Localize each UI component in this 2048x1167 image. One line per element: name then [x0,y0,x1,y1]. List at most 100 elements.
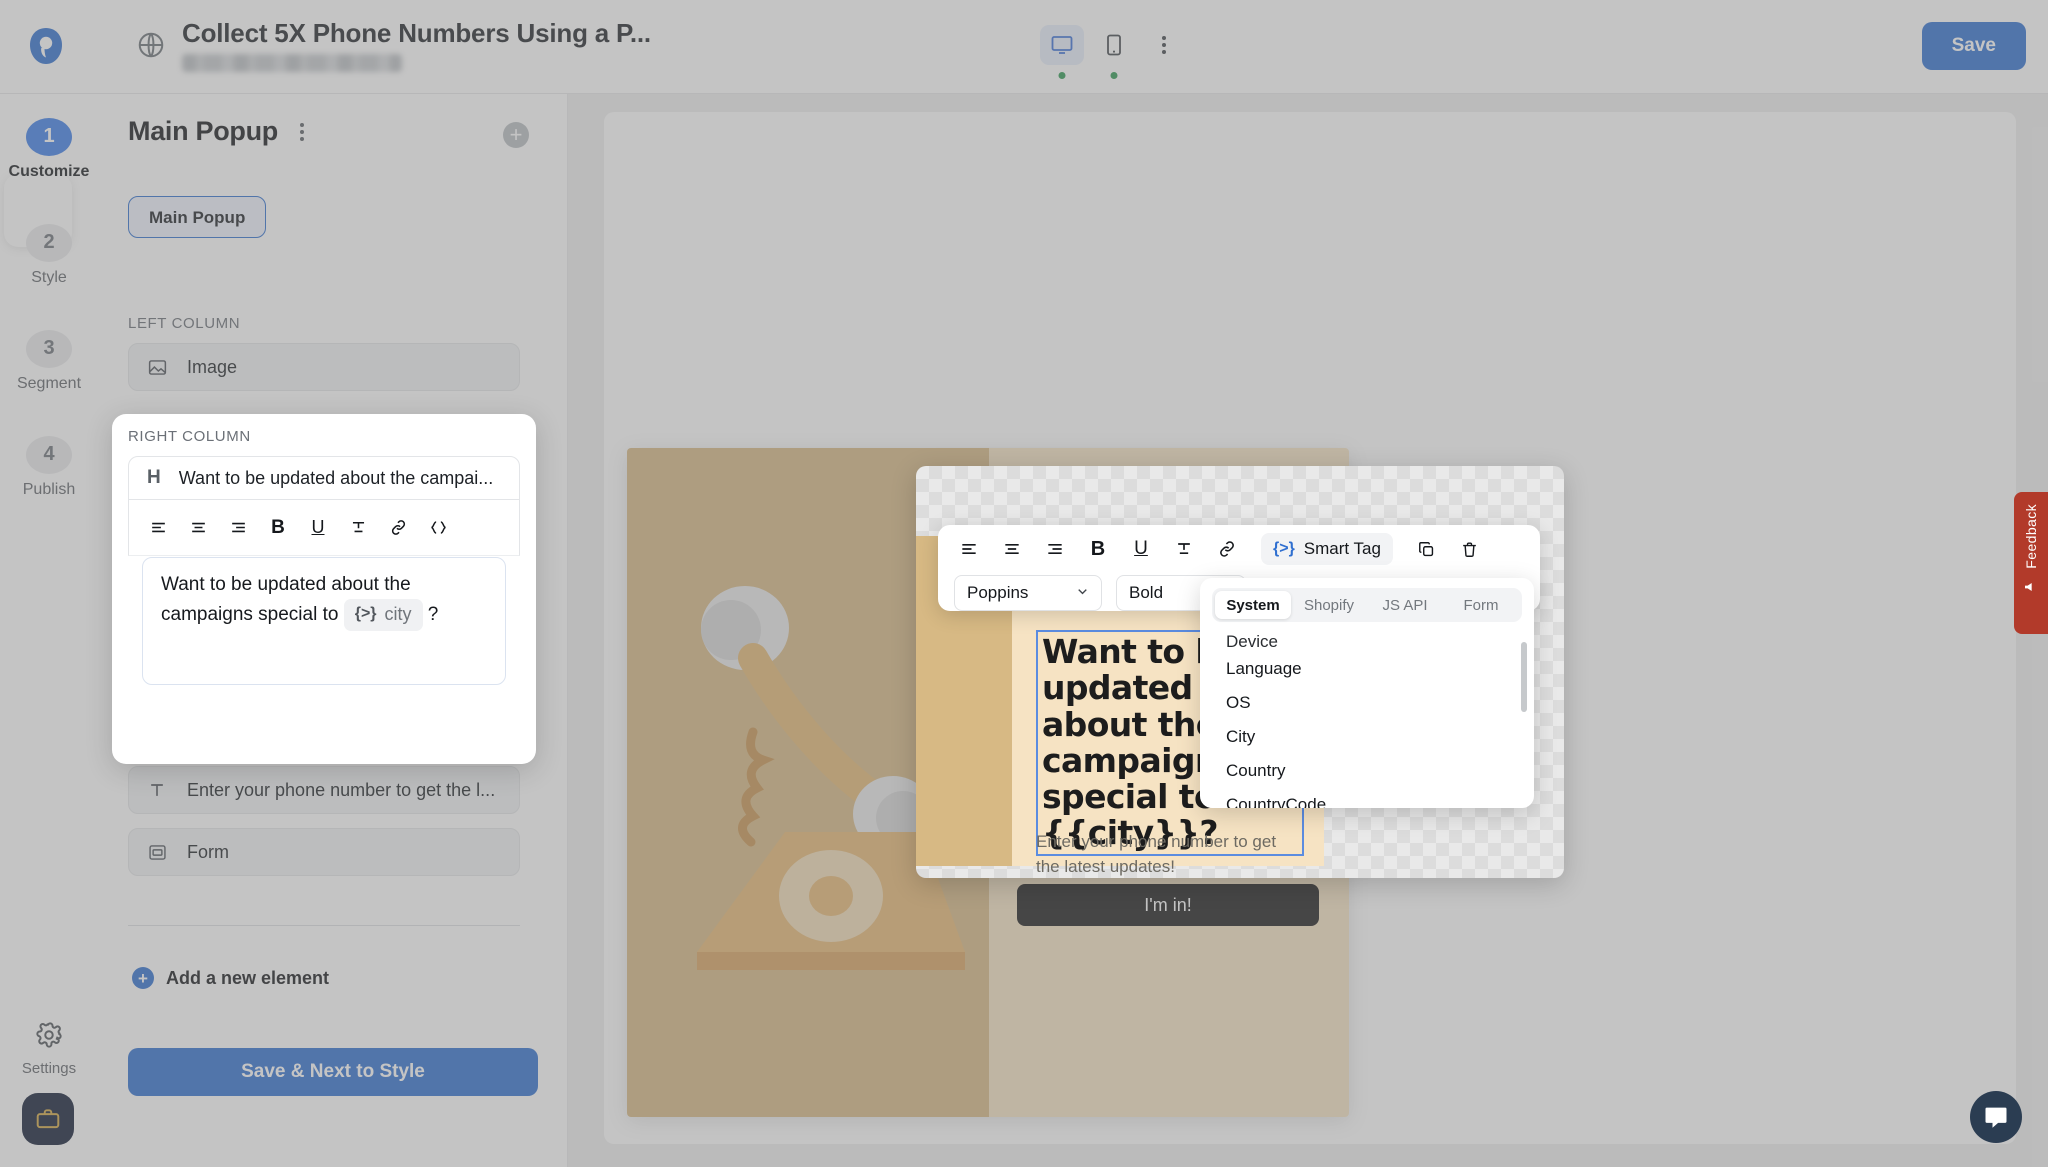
smart-tag-button[interactable]: {>} Smart Tag [1261,533,1393,565]
editor-text-tail: ? [427,603,439,625]
list-item-city[interactable]: City [1200,720,1534,754]
desktop-preview-button[interactable] [1040,25,1084,79]
tab-shopify[interactable]: Shopify [1291,591,1367,619]
overlay-subheading: Enter your phone number to get the lates… [1036,832,1277,876]
smart-tag-braces-icon: {>} [354,605,377,623]
sidebar-item-settings[interactable]: Settings [0,1021,98,1077]
smart-tag-list[interactable]: Device Language OS City Country CountryC… [1200,628,1534,808]
smart-tag-tabs: System Shopify JS API Form [1212,588,1522,622]
heading-text-editor[interactable]: Want to be updated about the campaigns s… [142,557,506,685]
page-title: Main Popup [128,116,278,146]
element-row-image[interactable]: Image [128,343,520,391]
font-weight-value: Bold [1129,583,1164,602]
element-row-heading[interactable]: H Want to be updated about the campai... [128,456,520,500]
bold-icon[interactable]: B [263,513,293,543]
step-label-style: Style [31,268,67,286]
list-item-language[interactable]: Language [1200,652,1534,686]
align-center-icon[interactable] [183,513,213,543]
briefcase-icon[interactable] [22,1093,74,1145]
left-column-label: LEFT COLUMN [128,315,241,332]
strikethrough-icon[interactable] [1169,534,1199,564]
underline-icon[interactable]: U [303,513,333,543]
panel-divider [128,925,520,926]
document-subtitle-redacted [182,54,402,72]
bold-icon[interactable]: B [1083,534,1113,564]
step-number-2: 2 [26,223,72,262]
list-item-device[interactable]: Device [1200,628,1534,652]
element-row-form[interactable]: Form [128,828,520,876]
popup-preview-cta-button[interactable]: I'm in! [1017,884,1319,926]
list-item-os[interactable]: OS [1200,686,1534,720]
smart-tag-pill-label: city [384,603,412,624]
save-button[interactable]: Save [1921,22,2026,70]
rail-bottom: Settings [0,1021,98,1077]
align-right-icon[interactable] [223,513,253,543]
smart-tag-icon: {>} [1273,540,1295,557]
chat-bubble-icon[interactable] [1970,1091,2022,1143]
smart-tag-button-label: Smart Tag [1303,539,1381,558]
megaphone-icon [2023,579,2039,599]
desktop-status-dot [1058,72,1066,79]
element-row-text[interactable]: Enter your phone number to get the l... [128,766,520,814]
font-family-select[interactable]: Poppins [954,575,1102,611]
heading-element-edit-card: RIGHT COLUMN H Want to be updated about … [112,414,536,764]
align-left-icon[interactable] [954,534,984,564]
smart-tag-icon[interactable] [423,513,453,543]
element-row-form-label: Form [187,841,229,862]
kebab-menu-icon[interactable] [1144,25,1184,65]
element-row-image-label: Image [187,356,238,377]
list-item-countrycode[interactable]: CountryCode [1200,788,1534,808]
add-new-element-label: Add a new element [166,967,330,988]
panel-rich-text-toolbar: B U [128,500,520,556]
underline-icon[interactable]: U [1126,534,1156,564]
duplicate-icon[interactable] [1412,534,1442,564]
sidebar-item-segment[interactable]: 3 Segment [0,308,98,414]
mobile-preview-button[interactable] [1092,25,1136,79]
add-new-element-button[interactable]: + Add a new element [132,967,329,989]
editor-text-line1: Want to be updated about the [161,574,411,595]
smart-tag-pill-city[interactable]: {>} city [343,598,423,631]
strikethrough-icon[interactable] [343,513,373,543]
brand-logo-icon[interactable] [20,20,72,72]
popup-tab-main[interactable]: Main Popup [128,196,267,238]
align-center-icon[interactable] [997,534,1027,564]
feedback-label: Feedback [2023,504,2039,569]
image-icon [147,357,169,378]
document-title: Collect 5X Phone Numbers Using a P... [182,18,651,48]
plus-circle-icon[interactable]: + [503,122,529,148]
right-column-label: RIGHT COLUMN [128,428,251,445]
plus-icon: + [132,967,154,989]
tab-form[interactable]: Form [1443,591,1519,619]
heading-icon: H [147,467,161,488]
tab-js-api[interactable]: JS API [1367,591,1443,619]
step-label-segment: Segment [16,374,82,392]
step-number-4: 4 [26,435,72,474]
step-label-publish: Publish [22,480,76,498]
toolbar-row-format: B U {>} Smart Tag [954,533,1485,565]
align-right-icon[interactable] [1040,534,1070,564]
text-icon [147,780,169,800]
link-icon[interactable] [383,513,413,543]
font-family-value: Poppins [967,583,1029,602]
panel-kebab-menu-icon[interactable] [292,117,312,147]
step-rail: 1 Customize 2 Style 3 Segment 4 Publish [0,94,98,1167]
step-label-customize: Customize [8,162,90,180]
form-icon [147,842,169,863]
trash-icon[interactable] [1455,534,1485,564]
globe-icon [136,30,166,60]
tab-system[interactable]: System [1215,591,1291,619]
step-number-1: 1 [26,117,72,156]
list-item-country[interactable]: Country [1200,754,1534,788]
link-icon[interactable] [1212,534,1242,564]
panel-header: Main Popup [128,116,312,147]
feedback-tab[interactable]: Feedback [2014,492,2048,634]
gear-icon [35,1021,63,1054]
sidebar-item-style[interactable]: 2 Style [0,202,98,308]
sidebar-item-customize[interactable]: 1 Customize [0,96,98,202]
save-and-next-button[interactable]: Save & Next to Style [128,1048,538,1096]
sidebar-item-publish[interactable]: 4 Publish [0,414,98,520]
step-number-3: 3 [26,329,72,368]
smart-tag-scrollbar[interactable] [1521,642,1527,712]
align-left-icon[interactable] [143,513,173,543]
element-row-text-label: Enter your phone number to get the l... [187,779,496,800]
